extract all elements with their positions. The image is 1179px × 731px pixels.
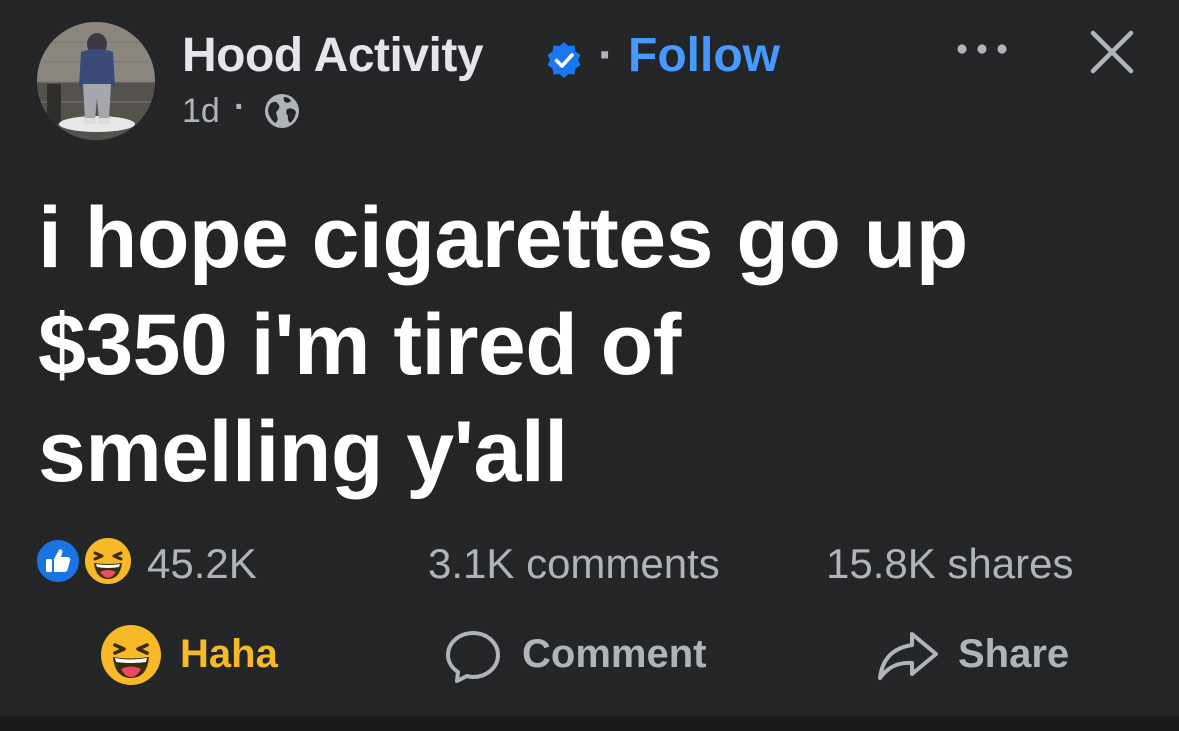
avatar-image: [37, 22, 155, 140]
post-text-line: i hope cigarettes go up: [38, 190, 968, 286]
post-card: Hood Activity · Follow 1d · i hope cigar…: [0, 0, 1179, 716]
comment-button[interactable]: Comment: [444, 624, 744, 688]
share-arrow-icon: [878, 632, 938, 680]
shares-count[interactable]: 15.8K shares: [826, 540, 1074, 588]
share-button[interactable]: Share: [876, 624, 1106, 688]
meta-separator: ·: [234, 88, 246, 126]
comment-label: Comment: [522, 632, 707, 676]
header-separator: ·: [598, 29, 614, 82]
haha-reaction-button[interactable]: Haha: [100, 624, 300, 688]
close-icon[interactable]: [1088, 28, 1136, 76]
haha-reaction-icon: [83, 536, 133, 586]
like-reaction-icon: [35, 538, 81, 584]
comments-count[interactable]: 3.1K comments: [428, 540, 720, 588]
haha-label: Haha: [180, 632, 278, 676]
comment-bubble-icon: [446, 631, 500, 683]
more-options-icon[interactable]: [952, 34, 1012, 64]
haha-reaction-icon: [101, 625, 161, 685]
globe-icon: [265, 94, 299, 128]
post-text-line: $350 i'm tired of: [38, 297, 681, 393]
post-timestamp[interactable]: 1d: [182, 92, 220, 131]
feed-divider: [0, 716, 1179, 731]
author-name[interactable]: Hood Activity: [182, 28, 484, 83]
reactions-count: 45.2K: [147, 540, 257, 587]
follow-button[interactable]: Follow: [628, 28, 780, 83]
post-text: i hope cigarettes go up $350 i'm tired o…: [38, 185, 1138, 506]
verified-badge-icon: [547, 42, 581, 78]
author-avatar[interactable]: [37, 22, 155, 140]
share-label: Share: [958, 632, 1070, 676]
post-text-line: smelling y'all: [38, 404, 568, 500]
